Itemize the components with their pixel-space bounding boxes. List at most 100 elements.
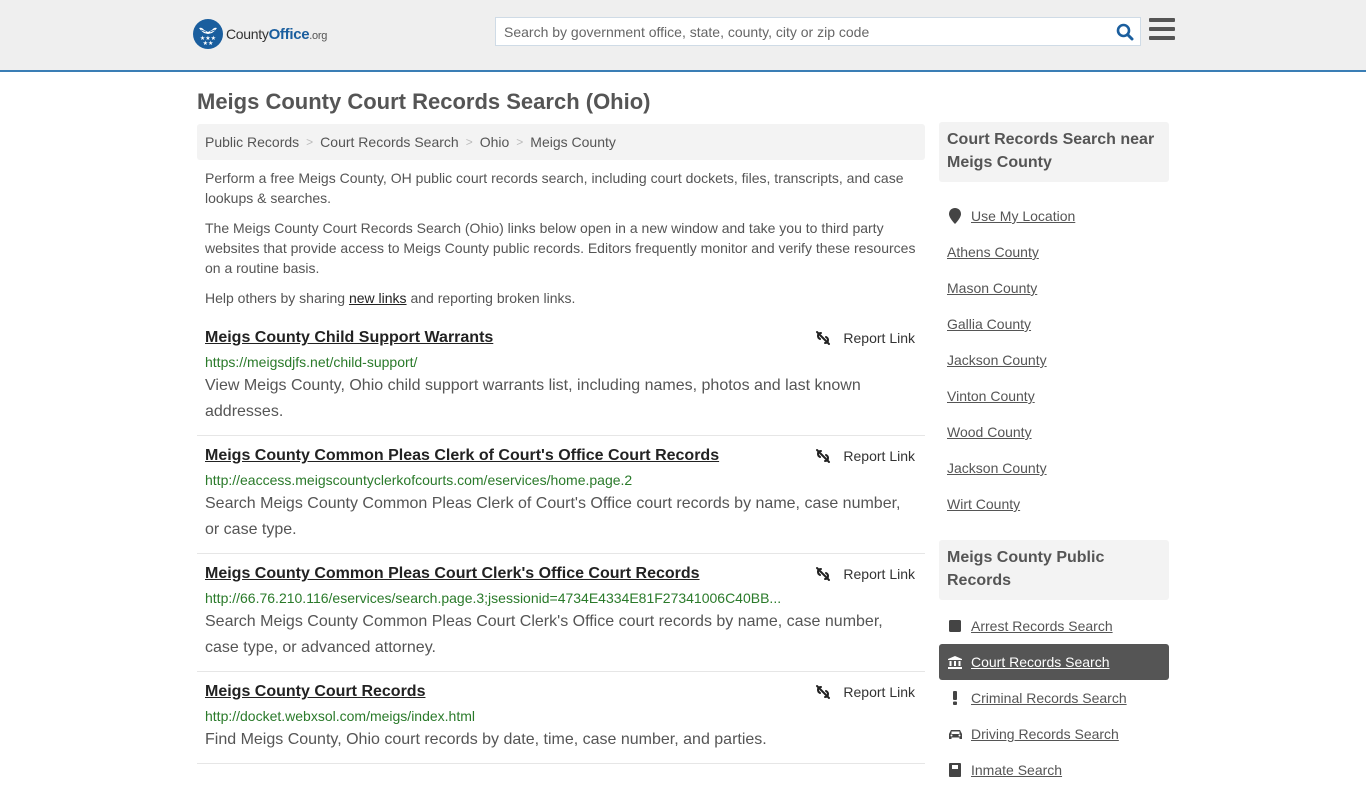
nearby-county-item: Gallia County <box>939 306 1169 342</box>
arrest-records-search-link[interactable]: Arrest Records Search <box>971 618 1113 634</box>
map-marker-icon <box>947 208 963 224</box>
menu-bar <box>1149 27 1175 31</box>
menu-bar <box>1149 36 1175 40</box>
report-link-button[interactable]: Report Link <box>815 566 915 582</box>
result-item: Meigs County Common Pleas Clerk of Court… <box>197 436 925 554</box>
car-icon <box>947 729 963 740</box>
search-button[interactable] <box>1110 18 1140 45</box>
nearby-county-link[interactable]: Vinton County <box>947 388 1035 404</box>
eagle-logo-icon: ★★★ ★★ <box>193 19 223 49</box>
intro-paragraph: The Meigs County Court Records Search (O… <box>205 220 916 276</box>
broken-link-icon <box>816 685 831 699</box>
nearby-county-link[interactable]: Athens County <box>947 244 1039 260</box>
public-records-item: Arrest Records Search <box>939 608 1169 644</box>
logo-wordmark: CountyOffice.org <box>226 26 327 43</box>
result-description: Find Meigs County, Ohio court records by… <box>205 731 767 748</box>
hamburger-menu-button[interactable] <box>1149 18 1175 42</box>
site-logo[interactable]: ★★★ ★★ CountyOffice.org <box>193 19 327 49</box>
nearby-county-item: Mason County <box>939 270 1169 306</box>
search-input[interactable] <box>496 18 1110 45</box>
use-my-location-item: Use My Location <box>939 198 1169 234</box>
result-url: http://eaccess.meigscountyclerkofcourts.… <box>205 472 633 488</box>
courthouse-icon <box>947 655 963 669</box>
broken-link-icon <box>816 567 831 581</box>
nearby-county-link[interactable]: Jackson County <box>947 460 1047 476</box>
report-link-label: Report Link <box>843 330 915 346</box>
report-link-button[interactable]: Report Link <box>815 448 915 464</box>
nearby-county-link[interactable]: Wood County <box>947 424 1032 440</box>
svg-text:★★: ★★ <box>203 40 214 47</box>
result-item: Meigs County Child Support Warrants http… <box>197 318 925 436</box>
result-title-link[interactable]: Meigs County Common Pleas Court Clerk's … <box>205 564 700 584</box>
site-header: ★★★ ★★ CountyOffice.org <box>0 0 1366 72</box>
nearby-list: Use My Location Athens County Mason Coun… <box>939 182 1169 530</box>
logo-office: Office <box>268 25 310 43</box>
nearby-county-item: Wirt County <box>939 486 1169 522</box>
logo-org: .org <box>309 29 328 42</box>
report-link-label: Report Link <box>843 448 915 464</box>
broken-link-icon <box>816 331 831 345</box>
result-description: Search Meigs County Common Pleas Clerk o… <box>205 495 901 538</box>
report-link-label: Report Link <box>843 684 915 700</box>
result-item: Meigs County Common Pleas Court Clerk's … <box>197 554 925 672</box>
result-url: http://docket.webxsol.com/meigs/index.ht… <box>205 708 476 724</box>
nearby-county-link[interactable]: Mason County <box>947 280 1037 296</box>
public-records-list: Arrest Records Search Court Records Sear… <box>939 600 1169 796</box>
breadcrumb-separator: > <box>306 135 314 149</box>
exclamation-icon <box>947 691 963 705</box>
intro-text: Perform a free Meigs County, OH public c… <box>197 160 925 308</box>
public-records-item-active: Court Records Search <box>939 644 1169 680</box>
new-links-link[interactable]: new links <box>349 290 407 306</box>
driving-records-search-link[interactable]: Driving Records Search <box>971 726 1119 742</box>
breadcrumb-ohio[interactable]: Ohio <box>480 134 510 150</box>
court-records-search-link[interactable]: Court Records Search <box>971 654 1110 670</box>
breadcrumb-separator: > <box>516 135 524 149</box>
breadcrumb-meigs-county[interactable]: Meigs County <box>530 134 616 150</box>
share-text: Help others by sharing <box>205 290 349 306</box>
share-text: and reporting broken links. <box>406 290 576 306</box>
public-records-heading: Meigs County Public Records <box>939 540 1169 600</box>
results-list: Meigs County Child Support Warrants http… <box>197 318 925 764</box>
share-links-paragraph: Help others by sharing new links and rep… <box>205 288 917 308</box>
nearby-county-link[interactable]: Wirt County <box>947 496 1020 512</box>
result-description: Search Meigs County Common Pleas Court C… <box>205 613 883 656</box>
main-column: Public Records > Court Records Search > … <box>197 124 925 764</box>
inmate-search-link[interactable]: Inmate Search <box>971 762 1062 778</box>
public-records-item: Inmate Search <box>939 752 1169 788</box>
result-url: http://66.76.210.116/eservices/search.pa… <box>205 590 782 606</box>
nearby-county-item: Jackson County <box>939 342 1169 378</box>
criminal-records-search-link[interactable]: Criminal Records Search <box>971 690 1127 706</box>
search-icon <box>1116 23 1134 40</box>
sidebar: Court Records Search near Meigs County U… <box>939 122 1169 796</box>
logo-county: County <box>226 25 269 42</box>
breadcrumb: Public Records > Court Records Search > … <box>197 124 925 160</box>
jail-icon <box>947 763 963 777</box>
result-title-link[interactable]: Meigs County Court Records <box>205 682 425 702</box>
report-link-label: Report Link <box>843 566 915 582</box>
square-icon <box>947 620 963 632</box>
nearby-county-link[interactable]: Jackson County <box>947 352 1047 368</box>
nearby-county-link[interactable]: Gallia County <box>947 316 1031 332</box>
result-title-link[interactable]: Meigs County Child Support Warrants <box>205 328 493 348</box>
nearby-county-item: Wood County <box>939 414 1169 450</box>
public-records-item: Driving Records Search <box>939 716 1169 752</box>
nearby-county-item: Jackson County <box>939 450 1169 486</box>
result-description: View Meigs County, Ohio child support wa… <box>205 377 861 420</box>
report-link-button[interactable]: Report Link <box>815 684 915 700</box>
broken-link-icon <box>816 449 831 463</box>
result-item: Meigs County Court Records http://docket… <box>197 672 925 764</box>
report-link-button[interactable]: Report Link <box>815 330 915 346</box>
breadcrumb-court-records-search[interactable]: Court Records Search <box>320 134 459 150</box>
nearby-heading: Court Records Search near Meigs County <box>939 122 1169 182</box>
breadcrumb-public-records[interactable]: Public Records <box>205 134 299 150</box>
nearby-county-item: Vinton County <box>939 378 1169 414</box>
result-url: https://meigsdjfs.net/child-support/ <box>205 354 418 370</box>
menu-bar <box>1149 18 1175 22</box>
use-my-location-link[interactable]: Use My Location <box>971 208 1075 224</box>
page-title: Meigs County Court Records Search (Ohio) <box>197 89 651 114</box>
result-title-link[interactable]: Meigs County Common Pleas Clerk of Court… <box>205 446 719 466</box>
breadcrumb-separator: > <box>465 135 473 149</box>
site-search <box>495 17 1141 46</box>
nearby-county-item: Athens County <box>939 234 1169 270</box>
intro-paragraph: Perform a free Meigs County, OH public c… <box>205 170 904 206</box>
